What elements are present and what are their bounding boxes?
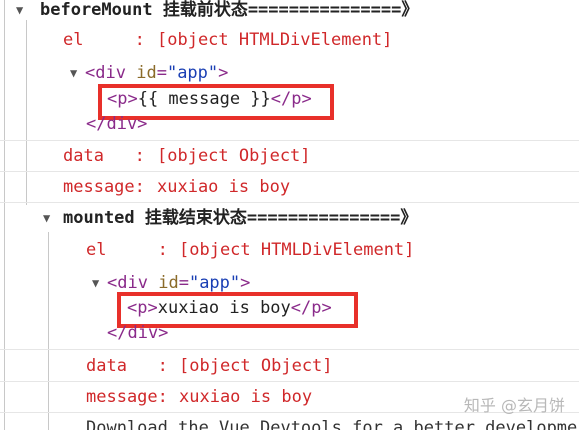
before-mount-div-close: </div> (0, 109, 579, 139)
data-value: [object Object] (157, 146, 311, 166)
before-mount-data-row: data : [object Object] (0, 141, 579, 171)
message-value: xuxiao is boy (179, 387, 313, 407)
triangle-down-icon[interactable]: ▼ (16, 0, 23, 25)
mounted-div-close: </div> (0, 318, 579, 348)
mounted-header[interactable]: ▼ mounted 挂载结束状态===============》 (0, 203, 579, 233)
div-close-tag: </div> (107, 323, 169, 343)
el-label: el : (86, 240, 179, 260)
mounted-el-row: el : [object HTMLDivElement] (0, 235, 579, 265)
el-label: el : (63, 30, 156, 50)
row-separator (0, 349, 579, 350)
data-label: data : (86, 356, 179, 376)
div-close-tag: </div> (86, 114, 148, 134)
triangle-down-icon[interactable]: ▼ (43, 203, 50, 233)
data-label: data : (63, 146, 156, 166)
mounted-title: mounted 挂载结束状态===============》 (63, 208, 418, 228)
message-label: message: (63, 177, 156, 197)
before-mount-title: beforeMount 挂载前状态===============》 (40, 0, 419, 20)
watermark: 知乎 @玄月饼 (463, 396, 565, 415)
before-mount-header[interactable]: ▼ beforeMount 挂载前状态===============》 (0, 0, 579, 25)
el-value: [object HTMLDivElement] (179, 240, 415, 260)
el-value: [object HTMLDivElement] (157, 30, 393, 50)
message-value: xuxiao is boy (157, 177, 291, 197)
before-mount-message-row: message: xuxiao is boy (0, 172, 579, 202)
before-mount-el-row: el : [object HTMLDivElement] (0, 25, 579, 55)
mounted-data-row: data : [object Object] (0, 351, 579, 381)
message-label: message: (86, 387, 179, 407)
data-value: [object Object] (179, 356, 333, 376)
